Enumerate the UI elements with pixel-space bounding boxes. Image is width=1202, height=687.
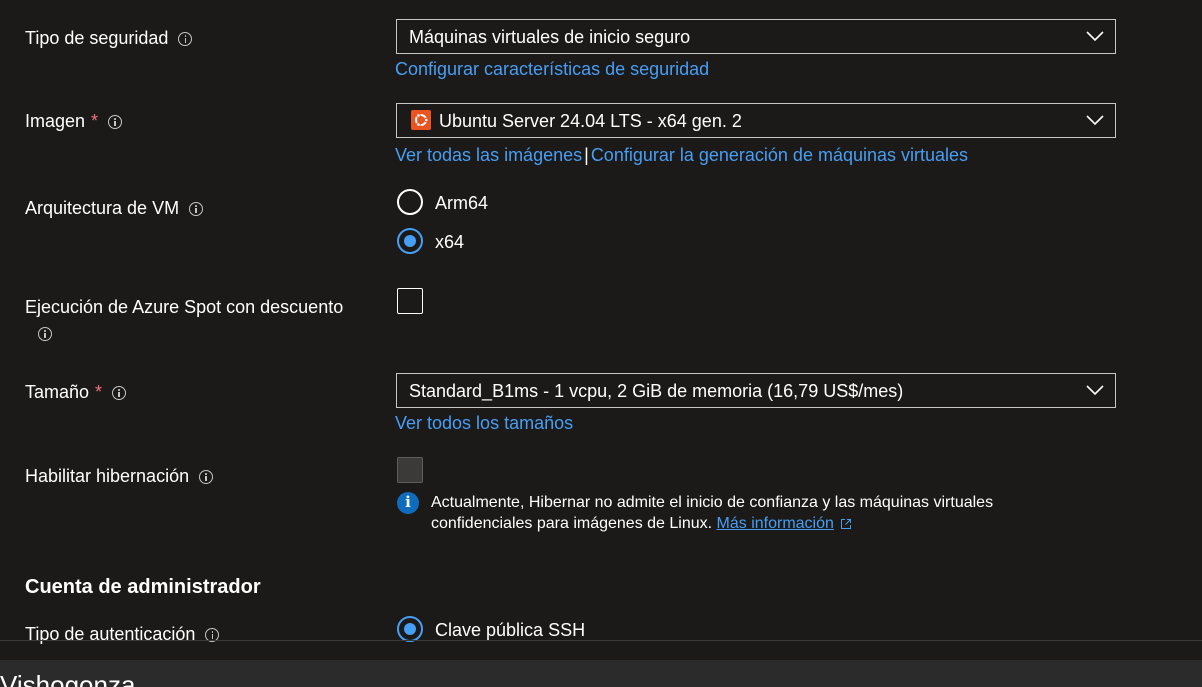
ubuntu-logo-icon [411,110,431,131]
size-value: Standard_B1ms - 1 vcpu, 2 GiB de memoria… [409,381,904,401]
security-type-label-row: Tipo de seguridad [25,28,193,49]
link-separator: | [584,145,589,165]
radio-arm64-label[interactable]: Arm64 [435,193,488,214]
hibernation-label-row: Habilitar hibernación [25,466,214,487]
see-all-images-link[interactable]: Ver todas las imágenes [395,145,582,165]
image-value: Ubuntu Server 24.04 LTS - x64 gen. 2 [439,111,742,131]
info-icon[interactable] [108,115,123,130]
see-all-sizes-link[interactable]: Ver todos los tamaños [395,413,573,434]
security-type-value: Máquinas virtuales de inicio seguro [409,27,691,47]
auth-type-label-row: Tipo de autenticación [25,624,220,645]
external-link-icon [840,518,851,529]
radio-arm64[interactable] [397,189,423,215]
azure-spot-info-wrapper [26,325,52,343]
configure-vm-generation-link[interactable]: Configurar la generación de máquinas vir… [591,145,968,165]
hibernation-note-line2: confidenciales para imágenes de Linux. [431,515,713,532]
radio-ssh-public-key-label[interactable]: Clave pública SSH [435,620,585,641]
vm-architecture-label-row: Arquitectura de VM [25,198,204,219]
security-type-dropdown[interactable]: Máquinas virtuales de inicio seguro [396,19,1116,54]
radio-ssh-public-key[interactable] [397,616,423,642]
size-dropdown[interactable]: Standard_B1ms - 1 vcpu, 2 GiB de memoria… [396,373,1116,408]
info-circle-icon: i [397,492,419,514]
radio-x64[interactable] [397,228,423,254]
vm-architecture-label: Arquitectura de VM [25,198,180,218]
image-label: Imagen [25,111,86,131]
admin-account-title: Cuenta de administrador [25,576,261,598]
image-label-row: Imagen * [25,111,123,132]
chevron-down-icon [1086,115,1104,126]
image-dropdown[interactable]: Ubuntu Server 24.04 LTS - x64 gen. 2 [396,103,1116,138]
size-label-row: Tamaño * [25,382,127,403]
bottom-bar: Vishogonza [0,660,1202,687]
chevron-down-icon [1086,31,1104,42]
info-icon[interactable] [189,202,204,217]
azure-spot-checkbox[interactable] [397,288,423,314]
hibernation-label: Habilitar hibernación [25,466,190,486]
azure-spot-label: Ejecución de Azure Spot con descuento [25,297,344,317]
image-links: Ver todas las imágenes | Configurar la gen… [395,145,968,166]
info-icon[interactable] [38,326,52,341]
security-type-label: Tipo de seguridad [25,28,169,48]
info-icon[interactable] [178,32,193,47]
required-mark: * [91,111,99,131]
hibernation-note-line1: Actualmente, Hibernar no admite el inici… [431,494,994,511]
info-icon[interactable] [112,386,127,401]
size-label: Tamaño [25,382,90,402]
required-mark: * [95,382,103,402]
info-icon[interactable] [199,470,214,485]
more-info-link[interactable]: Más información [717,515,834,532]
bottom-bar-text: Vishogonza [0,670,136,687]
configure-security-link[interactable]: Configurar características de seguridad [395,59,709,80]
hibernation-note: Actualmente, Hibernar no admite el inici… [431,492,993,534]
radio-x64-label[interactable]: x64 [435,232,464,253]
auth-type-label: Tipo de autenticación [25,624,196,644]
divider [0,640,1202,641]
hibernation-checkbox[interactable] [397,457,423,483]
chevron-down-icon [1086,385,1104,396]
vm-create-form: Tipo de seguridad Máquinas virtuales de … [0,0,1202,687]
